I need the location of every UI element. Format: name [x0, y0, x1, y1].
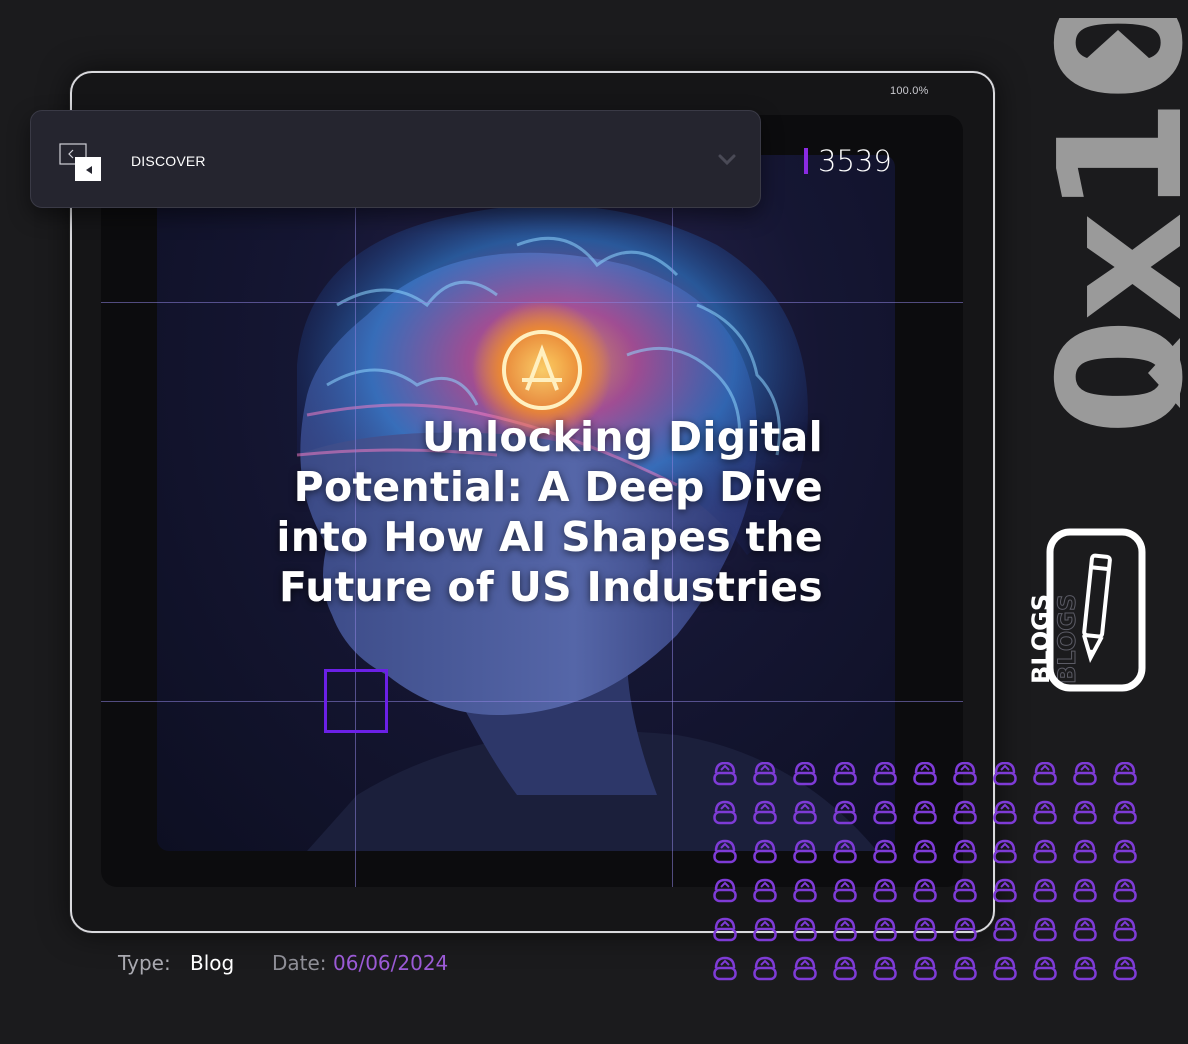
bag-pattern-item: [713, 800, 737, 825]
bag-pattern-item: [793, 956, 817, 981]
bag-pattern-item: [993, 762, 1017, 786]
bag-pattern-item: [953, 839, 977, 864]
date-value: 06/06/2024: [333, 951, 449, 975]
discover-dropdown[interactable]: DISCOVER: [30, 110, 761, 208]
date-label: Date:: [272, 951, 327, 975]
bag-pattern-item: [793, 839, 817, 864]
bag-pattern-item: [753, 800, 777, 825]
bag-pattern-item: [873, 762, 897, 786]
bag-pattern-item: [833, 956, 857, 981]
bag-pattern-item: [993, 917, 1017, 942]
bag-pattern-item: [873, 839, 897, 864]
type-label: Type:: [118, 951, 171, 975]
pencil-icon: [1046, 528, 1146, 692]
bag-pattern-item: [1073, 800, 1097, 825]
bag-pattern-item: [793, 762, 817, 786]
bag-pattern-item: [873, 956, 897, 981]
bag-pattern-item: [873, 800, 897, 825]
bag-pattern-item: [1113, 839, 1137, 864]
bag-pattern-item: [713, 762, 737, 786]
zoom-level: 100.0%: [890, 85, 929, 97]
bag-pattern-item: [833, 839, 857, 864]
bag-pattern-item: [1113, 762, 1137, 786]
bag-pattern-item: [1113, 917, 1137, 942]
bag-pattern-item: [1033, 800, 1057, 825]
headline-line: Unlocking Digital: [421, 413, 823, 461]
bag-pattern-item: [753, 917, 777, 942]
bag-pattern-item: [1073, 762, 1097, 786]
bag-pattern-item: [713, 839, 737, 864]
bag-pattern-icon: [713, 762, 1137, 981]
bag-pattern-item: [913, 917, 937, 942]
counter-value: 3539: [818, 144, 892, 178]
bag-pattern-item: [1033, 762, 1057, 786]
bag-pattern-item: [993, 956, 1017, 981]
bag-pattern-item: [793, 878, 817, 903]
bag-pattern-item: [1033, 956, 1057, 981]
bag-pattern-item: [793, 917, 817, 942]
headline-line: into How AI Shapes the: [276, 513, 823, 561]
bag-pattern-item: [953, 800, 977, 825]
grid-line-horizontal: [101, 701, 963, 702]
bag-pattern-item: [873, 878, 897, 903]
bag-pattern-item: [753, 762, 777, 786]
article-headline: Unlocking Digital Potential: A Deep Dive…: [250, 412, 823, 612]
bag-pattern-item: [753, 956, 777, 981]
chevron-down-icon[interactable]: [717, 153, 737, 167]
brand-mark: 0x10: [1030, 18, 1188, 436]
bag-pattern-item: [913, 878, 937, 903]
counter-accent-bar: [804, 148, 808, 174]
bag-pattern-item: [713, 956, 737, 981]
grid-line-horizontal: [101, 302, 963, 303]
bag-pattern-item: [713, 878, 737, 903]
view-counter: 3539: [804, 144, 892, 178]
bag-pattern-item: [1113, 800, 1137, 825]
bag-pattern-item: [913, 839, 937, 864]
bag-pattern-item: [1113, 878, 1137, 903]
bag-pattern-item: [833, 878, 857, 903]
bag-pattern-item: [913, 956, 937, 981]
bag-pattern-item: [1033, 878, 1057, 903]
bag-pattern-item: [1033, 839, 1057, 864]
crop-handle[interactable]: [324, 669, 388, 733]
headline-line: Potential: A Deep Dive: [293, 463, 823, 511]
bag-pattern-item: [793, 800, 817, 825]
bag-pattern-item: [953, 917, 977, 942]
bag-pattern-item: [993, 800, 1017, 825]
discover-label: DISCOVER: [131, 153, 206, 169]
bag-pattern-item: [913, 762, 937, 786]
bag-pattern-item: [833, 762, 857, 786]
bag-pattern-item: [833, 917, 857, 942]
bag-pattern-item: [753, 878, 777, 903]
type-value: Blog: [190, 951, 235, 975]
bag-pattern-item: [1073, 878, 1097, 903]
headline-line: Future of US Industries: [279, 563, 823, 611]
bag-pattern-item: [953, 956, 977, 981]
bag-pattern-item: [1073, 917, 1097, 942]
bag-pattern-item: [1073, 956, 1097, 981]
bag-pattern-item: [1113, 956, 1137, 981]
bag-pattern-item: [913, 800, 937, 825]
bag-pattern-item: [953, 762, 977, 786]
layers-icon: [59, 143, 101, 181]
bag-pattern-item: [993, 839, 1017, 864]
bag-pattern-item: [993, 878, 1017, 903]
bag-pattern-item: [873, 917, 897, 942]
bag-pattern-item: [753, 839, 777, 864]
bag-pattern-item: [953, 878, 977, 903]
bag-pattern-item: [833, 800, 857, 825]
bag-pattern-item: [713, 917, 737, 942]
bag-pattern-item: [1033, 917, 1057, 942]
bag-pattern-item: [1073, 839, 1097, 864]
